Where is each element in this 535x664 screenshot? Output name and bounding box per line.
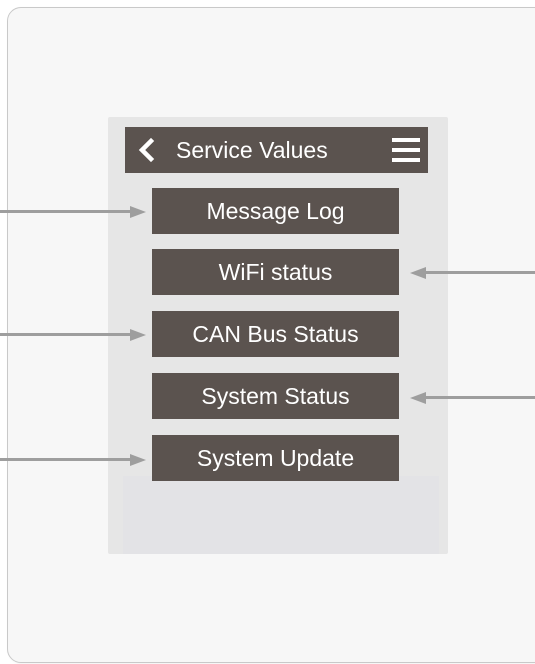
hamburger-bar — [392, 158, 420, 162]
menu-button[interactable] — [392, 137, 420, 163]
wifi-status-button[interactable]: WiFi status — [152, 249, 399, 295]
callout-arrow-system-update — [0, 454, 146, 466]
system-status-button[interactable]: System Status — [152, 373, 399, 419]
hamburger-bar — [392, 148, 420, 152]
back-button[interactable] — [135, 135, 157, 165]
page-title: Service Values — [176, 137, 328, 163]
callout-arrow-wifi-status — [410, 267, 535, 279]
callout-arrow-can-bus — [0, 329, 146, 341]
screen-header: Service Values — [125, 127, 428, 173]
screen-empty-area — [123, 476, 439, 554]
message-log-button[interactable]: Message Log — [152, 188, 399, 234]
figure-frame: Service Values Message Log WiFi status C… — [0, 0, 535, 664]
can-bus-status-button[interactable]: CAN Bus Status — [152, 311, 399, 357]
chevron-left-icon — [138, 137, 155, 163]
hamburger-menu-icon — [392, 138, 420, 142]
callout-arrow-system-status — [410, 392, 535, 404]
callout-arrow-message-log — [0, 206, 146, 218]
system-update-button[interactable]: System Update — [152, 435, 399, 481]
